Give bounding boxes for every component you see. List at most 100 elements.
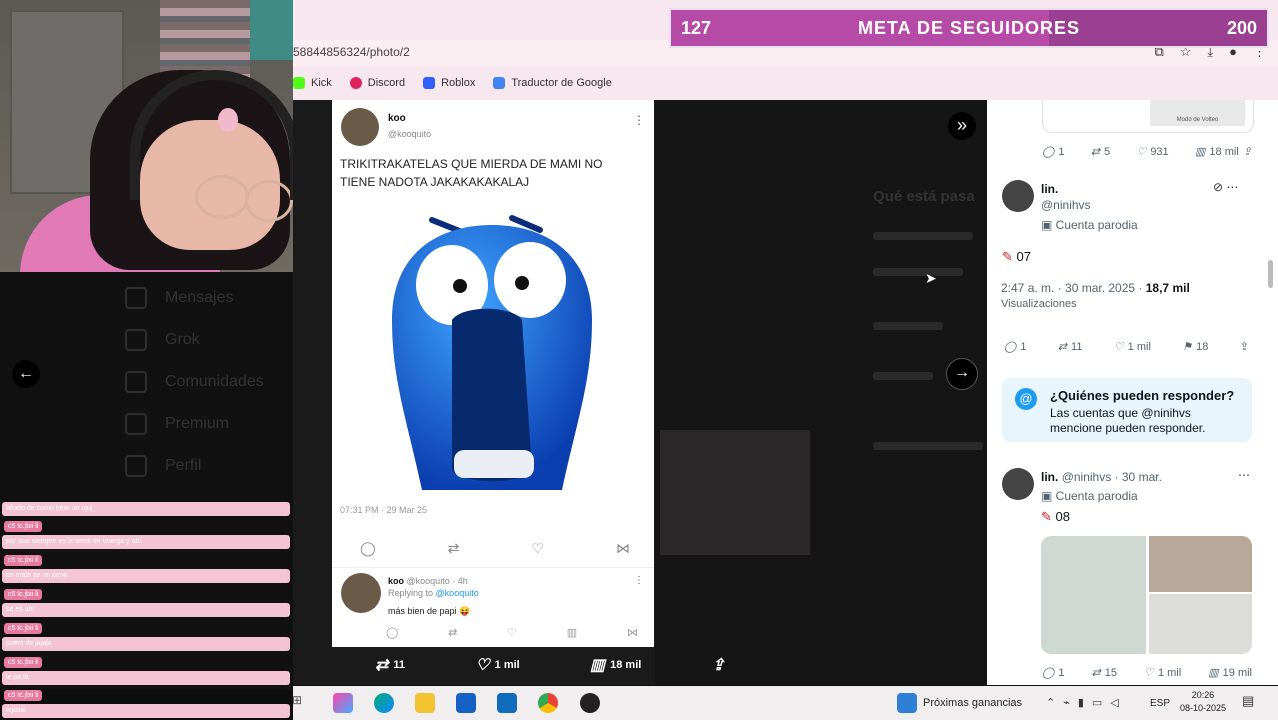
- edge-icon[interactable]: [374, 693, 394, 713]
- tweet-author-handle[interactable]: @kooquito: [388, 129, 431, 139]
- share-icon[interactable]: ⇪: [1240, 340, 1249, 353]
- views-stat[interactable]: ▥ 19 mil: [1208, 666, 1252, 680]
- retweet-stat[interactable]: ⇄ 15: [1092, 666, 1117, 680]
- nav-mensajes[interactable]: Mensajes: [125, 287, 233, 309]
- mail-icon: [125, 287, 147, 309]
- bookmark-label: Discord: [367, 77, 406, 89]
- bookmark-translate[interactable]: Traductor de Google: [493, 77, 612, 89]
- next-photo-button[interactable]: →: [946, 358, 978, 390]
- nav-premium[interactable]: Premium: [125, 413, 229, 435]
- widgets-icon[interactable]: ⊞: [292, 693, 312, 713]
- bookmark-count: 18: [1196, 340, 1209, 353]
- more-icon[interactable]: ⋮: [634, 575, 644, 586]
- views-stat[interactable]: ▥ 18 mil: [590, 655, 641, 675]
- post-actions: ◯ 1 ⇄ 15 ♡ 1 mil ▥ 19 mil: [1042, 666, 1252, 680]
- roblox-icon: [423, 77, 436, 89]
- retweet-stat[interactable]: ⇄ 5: [1090, 145, 1110, 159]
- like-stat[interactable]: ♡ 1 mil: [1114, 340, 1151, 354]
- like-icon[interactable]: ♡: [507, 626, 517, 639]
- more-icon[interactable]: ⋯: [1238, 468, 1250, 482]
- clock[interactable]: 20:26 08-10-2025: [1180, 689, 1226, 715]
- reply-author-name: koo: [388, 576, 405, 586]
- like-stat[interactable]: ♡ 931: [1136, 145, 1168, 159]
- like-icon: ♡: [1144, 667, 1154, 679]
- expand-icon[interactable]: »: [948, 112, 976, 140]
- post-author-name[interactable]: lin.: [1041, 182, 1058, 196]
- like-stat[interactable]: ♡ 1 mil: [1144, 666, 1181, 680]
- scared-emoji-image: [392, 215, 592, 490]
- retweet-stat[interactable]: ⇄ 11: [375, 655, 405, 675]
- share-stat[interactable]: ⇪: [712, 655, 725, 675]
- dimmed-line: [873, 322, 943, 330]
- views-icon[interactable]: ▥: [567, 626, 577, 639]
- notifications-icon[interactable]: ▤: [1242, 693, 1262, 713]
- bookmark-roblox[interactable]: Roblox: [423, 77, 475, 89]
- parody-label: ▣ Cuenta parodia: [1041, 218, 1138, 232]
- avatar[interactable]: [341, 573, 381, 613]
- tweet-author-name[interactable]: koo: [388, 113, 406, 124]
- photo-image: [1149, 594, 1252, 654]
- share-icon[interactable]: ⋈: [627, 626, 638, 639]
- share-icon[interactable]: ⋈: [616, 540, 630, 557]
- nav-perfil[interactable]: Perfil: [125, 455, 201, 477]
- windows-taskbar: [293, 686, 1278, 720]
- reply-author[interactable]: koo @kooquito · 4h: [388, 576, 468, 586]
- folder-icon[interactable]: [415, 693, 435, 713]
- bookmark-label: Roblox: [441, 77, 476, 89]
- reply-stat[interactable]: ◯ 1: [1042, 666, 1064, 680]
- language-indicator[interactable]: ESP: [1150, 698, 1170, 709]
- like-stat[interactable]: ♡ 1 mil: [475, 655, 519, 675]
- bookmark-discord[interactable]: Discord: [349, 77, 406, 89]
- post-actions: ◯ 1 ⇄ 11 ♡ 1 mil ⚑ 18 ⇪: [1004, 340, 1249, 354]
- views-stat[interactable]: ▥ 18 mil ⇪: [1195, 145, 1252, 159]
- dimmed-line: [873, 232, 973, 240]
- avatar[interactable]: [341, 108, 379, 146]
- bookmark-kick[interactable]: Kick: [293, 77, 332, 89]
- avatar[interactable]: [1002, 468, 1034, 500]
- grok-icon: [125, 329, 147, 351]
- system-tray[interactable]: ⌃⌁▮▭◁: [1046, 696, 1127, 709]
- post-author-handle[interactable]: @ninihvs: [1041, 198, 1091, 212]
- nav-grok[interactable]: Grok: [125, 329, 200, 351]
- prev-photo-button[interactable]: ←: [12, 360, 40, 388]
- share-icon: ⇪: [711, 657, 725, 674]
- replying-handle[interactable]: @kooquito: [436, 588, 479, 598]
- retweet-icon[interactable]: ⇄: [448, 540, 460, 557]
- grok-icon[interactable]: ⊘ ⋯: [1213, 180, 1238, 194]
- chat-username: c5 tc.jbii li: [4, 589, 43, 600]
- who-can-reply-desc: Las cuentas que @ninihvs mencione pueden…: [1050, 406, 1206, 435]
- discord-icon: [349, 77, 362, 89]
- bookmarks-bar: Kick Discord Roblox Traductor de Google: [293, 72, 612, 94]
- retweet-icon: ⇄: [1090, 146, 1100, 158]
- share-icon[interactable]: ⇪: [1243, 145, 1252, 158]
- retweet-icon[interactable]: ⇄: [448, 626, 457, 639]
- scrollbar[interactable]: [1268, 260, 1273, 288]
- nav-comunidades[interactable]: Comunidades: [125, 371, 264, 393]
- reply-stat[interactable]: ◯ 1: [1042, 145, 1064, 159]
- retweet-stat[interactable]: ⇄ 11: [1058, 340, 1083, 354]
- outlook-icon[interactable]: [497, 693, 517, 713]
- taskbar-widget-label[interactable]: Próximas ganancias: [923, 697, 1022, 709]
- follower-goal-current: 127: [681, 17, 712, 38]
- post-image-grid[interactable]: [1041, 536, 1252, 654]
- like-icon: ♡: [475, 657, 490, 674]
- post-text: ✎ 07: [1002, 249, 1031, 265]
- like-icon[interactable]: ♡: [531, 540, 544, 557]
- follower-goal-title: META DE SEGUIDORES: [857, 17, 1081, 38]
- bookmark-stat[interactable]: ⚑ 18: [1182, 340, 1209, 354]
- app-icon[interactable]: [580, 693, 600, 713]
- nav-label: Comunidades: [165, 373, 264, 390]
- reply-icon[interactable]: ◯: [386, 626, 398, 639]
- chat-message: poem de jajaja: [2, 637, 290, 651]
- post-author[interactable]: lin. @ninihvs · 30 mar.: [1041, 470, 1162, 484]
- reply-icon[interactable]: ◯: [360, 540, 376, 557]
- chrome-icon[interactable]: [538, 693, 558, 713]
- url-text[interactable]: 58844856324/photo/2: [293, 45, 410, 59]
- more-icon[interactable]: ⋮: [633, 113, 645, 127]
- stocks-icon[interactable]: [897, 693, 917, 713]
- avatar[interactable]: [1002, 180, 1034, 212]
- reply-stat[interactable]: ◯ 1: [1004, 340, 1026, 354]
- copilot-icon[interactable]: [333, 693, 353, 713]
- store-icon[interactable]: [456, 693, 476, 713]
- clock-date: 08-10-2025: [1180, 703, 1227, 713]
